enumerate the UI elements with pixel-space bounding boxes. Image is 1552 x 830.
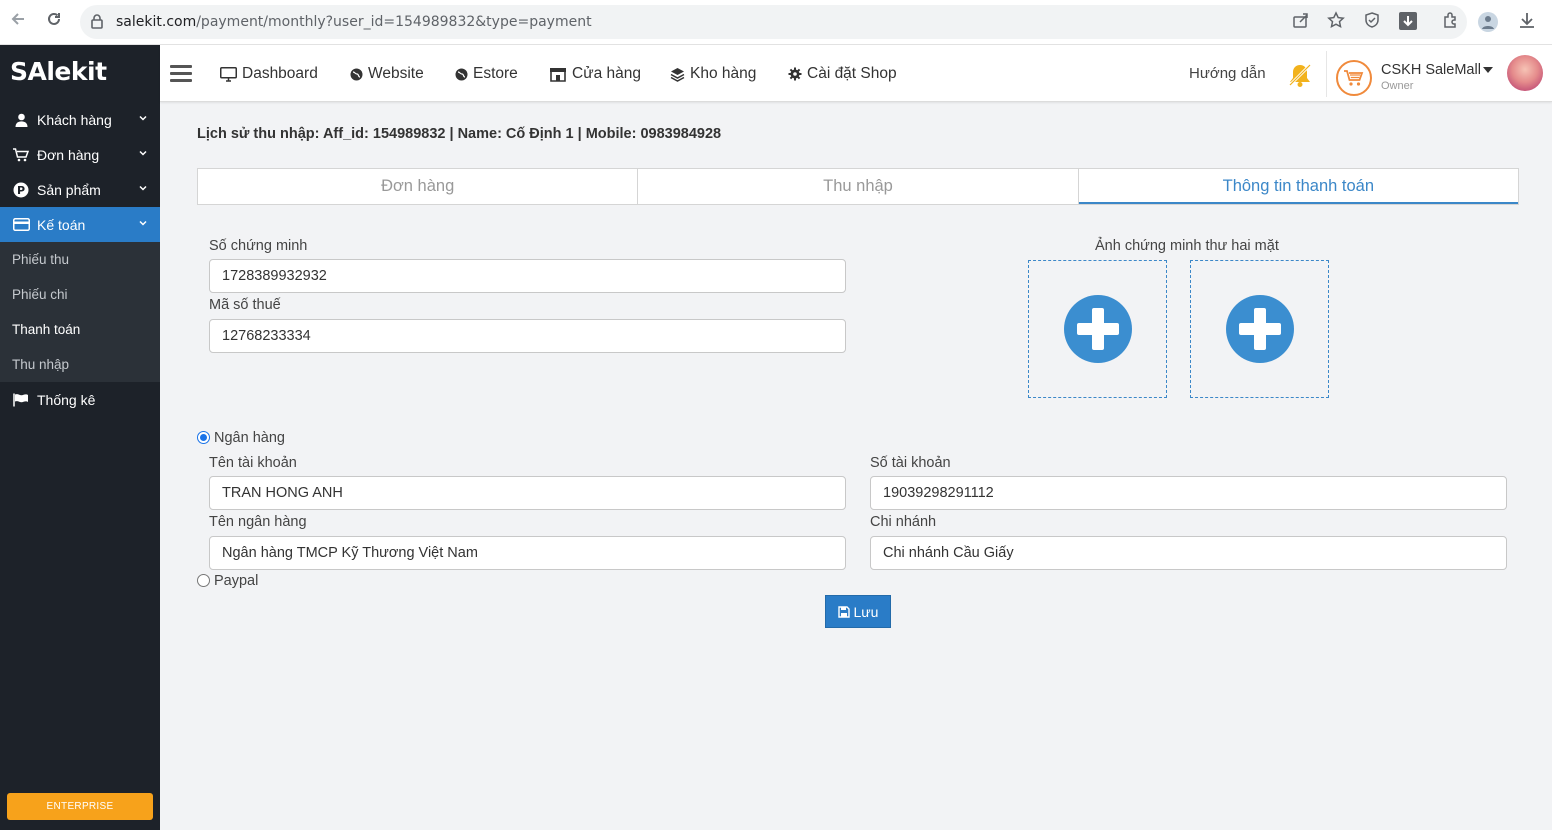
account-number-field[interactable] [870,476,1507,510]
address-bar[interactable]: salekit.com/payment/monthly?user_id=1549… [80,5,1467,39]
sidebar-item-label: Sản phẩm [37,181,101,198]
sidebar-subitem-receipts[interactable]: Phiếu thu [0,242,160,277]
gear-icon [788,67,802,81]
chevron-down-icon [139,185,147,191]
account-number-label: Số tài khoản [870,455,951,471]
globe-icon [350,68,363,81]
nav-shops[interactable]: Cửa hàng [549,63,641,85]
bank-radio[interactable] [197,431,210,444]
bank-radio-label[interactable]: Ngân hàng [214,430,285,446]
download-status-icon[interactable] [1397,11,1419,33]
tab-orders[interactable]: Đơn hàng [198,169,639,204]
id-photo-front-upload[interactable] [1028,260,1167,398]
salekit-logo[interactable]: SAlekit [10,57,107,86]
sidebar-subitem-payment[interactable]: Thanh toán [0,312,160,347]
nav-estore[interactable]: Estore [455,63,518,85]
account-name-label: Tên tài khoản [209,455,297,471]
id-number-label: Số chứng minh [209,238,308,254]
browser-toolbar: salekit.com/payment/monthly?user_id=1549… [0,0,1552,45]
guide-link[interactable]: Hướng dẫn [1189,65,1266,82]
shield-icon[interactable] [1361,11,1383,33]
credit-card-icon [12,217,30,233]
layers-icon [670,67,685,82]
tax-code-field[interactable] [209,319,846,353]
svg-text:P: P [17,184,25,197]
save-button-label: Lưu [853,603,879,620]
nav-website[interactable]: Website [350,63,424,85]
nav-warehouse[interactable]: Kho hàng [670,63,756,85]
branch-field[interactable] [870,536,1507,570]
sidebar-item-accounting[interactable]: Kế toán [0,207,160,242]
globe-icon [455,68,468,81]
account-name-field[interactable] [209,476,846,510]
page-title: Lịch sử thu nhập: Aff_id: 154989832 | Na… [197,126,722,142]
floppy-disk-icon [837,605,850,618]
sidebar-item-label: Đơn hàng [37,146,100,163]
sidebar-item-orders[interactable]: Đơn hàng [0,137,160,172]
paypal-radio-label[interactable]: Paypal [214,573,258,589]
flag-icon [12,392,30,408]
hamburger-menu-icon[interactable] [170,65,192,83]
sidebar-item-products[interactable]: P Sản phẩm [0,172,160,207]
sidebar-item-statistics[interactable]: Thống kê [0,382,160,417]
lock-icon [91,14,103,29]
nav-shop-settings[interactable]: Cài đặt Shop [788,63,897,85]
branch-label: Chi nhánh [870,514,937,530]
shop-cart-logo-icon[interactable] [1336,60,1372,96]
url-text: salekit.com/payment/monthly?user_id=1549… [116,14,592,30]
nav-dashboard[interactable]: Dashboard [220,63,318,85]
store-icon [549,67,567,82]
sidebar-item-customers[interactable]: Khách hàng [0,102,160,137]
sidebar-subitem-payments-out[interactable]: Phiếu chi [0,277,160,312]
monitor-icon [220,66,237,82]
sidebar-item-label: Thống kê [37,391,96,408]
top-navigation: Dashboard Website Estore Cửa hàng Kho hà… [160,45,1552,102]
separator [1326,51,1327,97]
plus-circle-icon [1063,295,1132,363]
save-button[interactable]: Lưu [825,595,891,628]
tax-code-label: Mã số thuế [209,297,281,313]
enterprise-badge[interactable]: ENTERPRISE [7,793,153,820]
id-number-field[interactable] [209,259,846,293]
profile-icon[interactable] [1477,11,1499,33]
extensions-icon[interactable] [1440,11,1462,33]
sidebar-item-label: Khách hàng [37,111,112,128]
chevron-down-icon [139,115,147,121]
bank-name-field[interactable] [209,536,846,570]
user-name[interactable]: CSKH SaleMall [1381,62,1481,78]
plus-circle-icon [1225,295,1294,363]
tab-income[interactable]: Thu nhập [638,169,1079,204]
cart-icon [12,147,30,163]
user-icon [12,112,30,128]
back-arrow-icon[interactable] [6,10,30,34]
id-photo-back-upload[interactable] [1190,260,1329,398]
paypal-radio[interactable] [197,574,210,587]
product-icon: P [12,182,30,198]
reload-icon[interactable] [42,10,66,34]
download-icon[interactable] [1516,11,1538,33]
sidebar: SAlekit Khách hàng Đơn hàng P Sản phẩm K… [0,45,160,830]
user-role: Owner [1381,80,1414,92]
sidebar-item-label: Kế toán [37,216,86,233]
share-icon[interactable] [1290,11,1312,33]
star-icon[interactable] [1325,11,1347,33]
tab-bar: Đơn hàng Thu nhập Thông tin thanh toán [197,168,1519,205]
sidebar-subitem-income[interactable]: Thu nhập [0,347,160,382]
id-photo-label: Ảnh chứng minh thư hai mặt [1095,238,1279,254]
avatar[interactable] [1507,55,1543,91]
bell-off-icon[interactable] [1286,61,1314,89]
chevron-down-icon [139,150,147,156]
chevron-down-icon [139,220,147,226]
tab-payment-info[interactable]: Thông tin thanh toán [1078,169,1518,204]
bank-name-label: Tên ngân hàng [209,514,307,530]
caret-down-icon[interactable] [1483,67,1493,73]
